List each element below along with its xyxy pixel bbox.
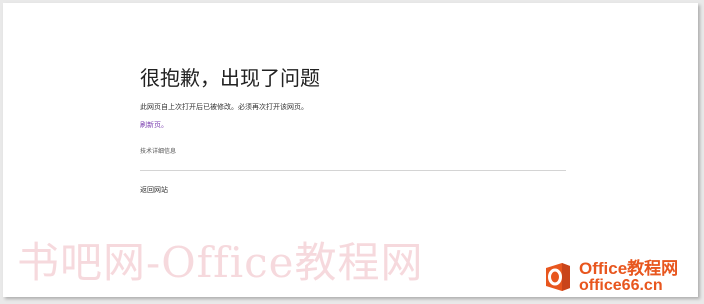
badge-title: Office教程网 bbox=[579, 259, 679, 278]
error-message: 此网页自上次打开后已被修改。必须再次打开该网页。 bbox=[140, 103, 308, 111]
divider bbox=[140, 170, 566, 171]
office-logo-icon bbox=[541, 260, 575, 294]
badge-text: Office教程网 office66.cn bbox=[579, 260, 678, 294]
watermark-text: 书吧网-Office教程网 bbox=[17, 238, 424, 287]
error-content: 很抱歉，出现了问题 此网页自上次打开后已被修改。必须再次打开该网页。 刷新页。 … bbox=[140, 65, 566, 195]
return-to-site-link[interactable]: 返回网站 bbox=[140, 185, 566, 195]
technical-details-link[interactable]: 技术详细信息 bbox=[140, 147, 566, 156]
site-badge: Office教程网 office66.cn bbox=[541, 260, 678, 294]
refresh-page-link[interactable]: 刷新页。 bbox=[140, 120, 566, 130]
browser-page: 很抱歉，出现了问题 此网页自上次打开后已被修改。必须再次打开该网页。 刷新页。 … bbox=[3, 3, 698, 297]
badge-domain: office66.cn bbox=[579, 277, 663, 294]
error-title: 很抱歉，出现了问题 bbox=[140, 66, 320, 90]
